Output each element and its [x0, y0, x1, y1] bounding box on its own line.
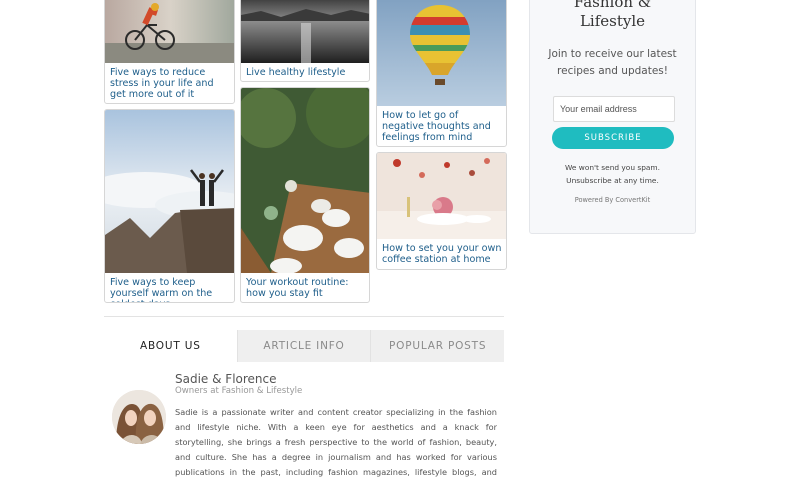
- author-bio: Sadie is a passionate writer and content…: [175, 407, 497, 477]
- post-title[interactable]: Live healthy lifestyle: [246, 67, 365, 78]
- post-thumbnail[interactable]: [241, 88, 369, 273]
- post-thumbnail[interactable]: [377, 153, 506, 239]
- post-title[interactable]: Your workout routine: how you stay fit: [246, 277, 365, 299]
- post-title[interactable]: Five ways to reduce stress in your life …: [110, 67, 230, 100]
- post-title[interactable]: How to let go of negative thoughts and f…: [382, 110, 502, 143]
- spam-note-line-1: We won't send you spam.: [565, 163, 660, 172]
- widget-title-line-1: Fashion &: [573, 0, 652, 11]
- post-thumbnail[interactable]: [105, 0, 234, 63]
- powered-by-link[interactable]: Powered By ConvertKit: [530, 196, 695, 204]
- post-thumbnail[interactable]: [105, 110, 234, 273]
- post-card[interactable]: Five ways to keep yourself warm on the c…: [104, 109, 235, 303]
- tab-popular-posts[interactable]: POPULAR POSTS: [370, 330, 505, 362]
- tab-article-info[interactable]: ARTICLE INFO: [236, 330, 371, 362]
- newsletter-widget: Fashion & Lifestyle Join to receive our …: [529, 0, 696, 234]
- post-card[interactable]: How to set you your own coffee station a…: [376, 152, 507, 270]
- author-name: Sadie & Florence: [175, 372, 277, 386]
- widget-title: Fashion & Lifestyle: [530, 0, 695, 31]
- widget-title-line-2: Lifestyle: [579, 12, 646, 30]
- widget-description-line-1: Join to receive our latest: [548, 48, 677, 60]
- section-divider: [104, 316, 504, 317]
- post-thumbnail[interactable]: [377, 0, 506, 106]
- post-title[interactable]: How to set you your own coffee station a…: [382, 243, 502, 265]
- post-card[interactable]: Your workout routine: how you stay fit: [240, 87, 370, 303]
- post-card[interactable]: Live healthy lifestyle: [240, 0, 370, 82]
- subscribe-button[interactable]: SUBSCRIBE: [552, 127, 674, 149]
- post-card[interactable]: How to let go of negative thoughts and f…: [376, 0, 507, 147]
- email-field[interactable]: [553, 96, 675, 122]
- avatar: [112, 390, 166, 444]
- post-thumbnail[interactable]: [241, 0, 369, 63]
- widget-description-line-2: recipes and updates!: [557, 65, 668, 77]
- widget-description: Join to receive our latest recipes and u…: [530, 46, 695, 80]
- author-role: Owners at Fashion & Lifestyle: [175, 386, 303, 396]
- post-title[interactable]: Five ways to keep yourself warm on the c…: [110, 277, 230, 302]
- author-tabs: ABOUT US ARTICLE INFO POPULAR POSTS: [104, 330, 505, 362]
- spam-note: We won't send you spam. Unsubscribe at a…: [530, 161, 695, 187]
- tab-about-us[interactable]: ABOUT US: [104, 330, 237, 362]
- spam-note-line-2: Unsubscribe at any time.: [566, 176, 659, 185]
- post-card[interactable]: Five ways to reduce stress in your life …: [104, 0, 235, 104]
